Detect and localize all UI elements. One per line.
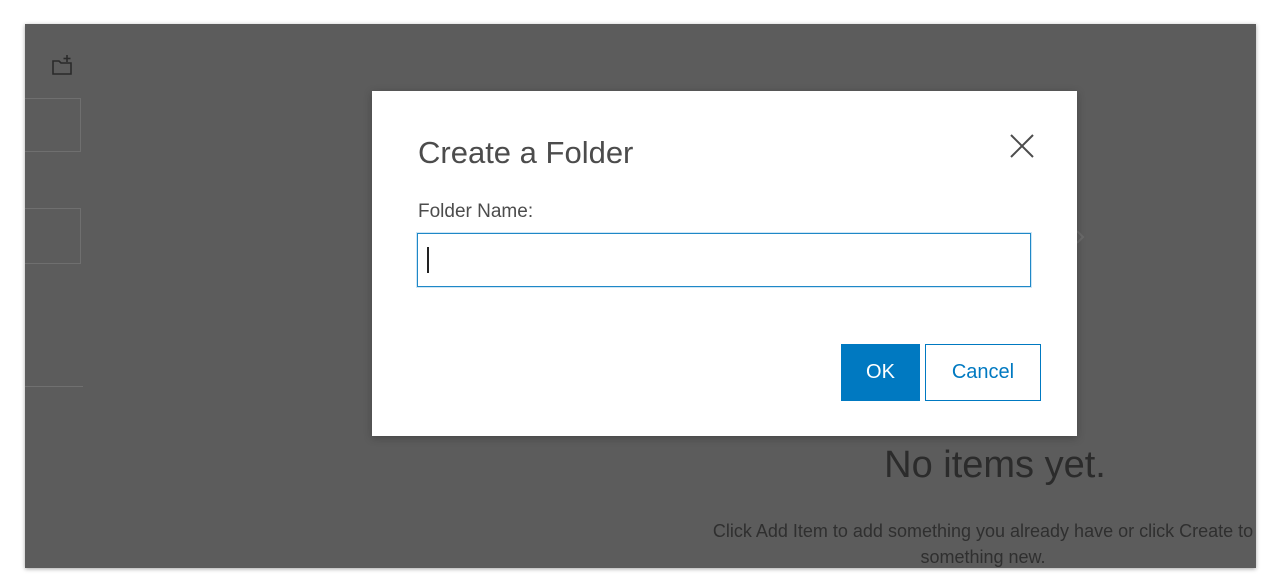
sidebar-panel-box <box>25 208 81 264</box>
text-cursor <box>427 247 429 273</box>
cancel-button[interactable]: Cancel <box>925 344 1041 401</box>
folder-name-input[interactable] <box>417 233 1031 287</box>
screenshot-frame: No items yet. Click Add Item to add some… <box>0 0 1273 582</box>
folder-name-label: Folder Name: <box>418 201 534 222</box>
close-icon[interactable] <box>1008 132 1036 160</box>
sidebar-panel-box <box>25 98 81 152</box>
ok-button[interactable]: OK <box>841 344 920 401</box>
new-folder-icon[interactable] <box>51 54 75 78</box>
empty-state-title: No items yet. <box>884 444 1106 486</box>
dialog-title: Create a Folder <box>418 135 634 170</box>
empty-state-description-continued: something new. <box>920 547 1046 567</box>
sidebar-divider <box>25 386 83 387</box>
create-folder-dialog: Create a Folder Folder Name: OK Cancel <box>372 91 1077 436</box>
empty-state-description: Click Add Item to add something you alre… <box>712 521 1254 541</box>
